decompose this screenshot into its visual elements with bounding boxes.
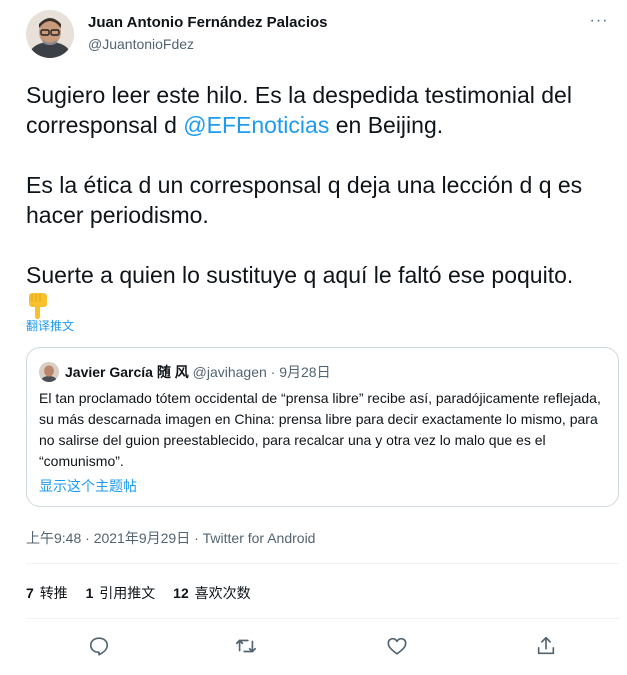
tweet-card: Juan Antonio Fernández Palacios @Juanton… bbox=[0, 0, 627, 675]
tweet-paragraph-2: Es la ética d un corresponsal q deja una… bbox=[26, 172, 583, 228]
likes-count: 12 bbox=[173, 585, 189, 601]
bottom-edge bbox=[0, 666, 627, 675]
author-handle[interactable]: @JuantonioFdez bbox=[88, 36, 194, 52]
retweets-label: 转推 bbox=[39, 585, 68, 601]
more-dots-icon[interactable]: ··· bbox=[585, 12, 613, 32]
tweet-timestamp: 上午9:48 · 2021年9月29日 · Twitter for Androi… bbox=[26, 528, 315, 548]
author-avatar[interactable] bbox=[26, 10, 74, 58]
quote-tweets-stat[interactable]: 1 引用推文 bbox=[86, 583, 156, 603]
divider bbox=[26, 563, 619, 564]
retweets-stat[interactable]: 7 转推 bbox=[26, 583, 68, 603]
like-icon[interactable] bbox=[379, 628, 415, 664]
quoted-avatar bbox=[39, 362, 59, 382]
quoted-tweet[interactable]: Javier García 随 风 @javihagen · 9月28日 El … bbox=[26, 347, 619, 507]
quote-tweets-label: 引用推文 bbox=[99, 585, 156, 601]
author-name[interactable]: Juan Antonio Fernández Palacios bbox=[88, 14, 328, 31]
quote-tweets-count: 1 bbox=[85, 585, 94, 601]
avatar-photo-icon bbox=[26, 10, 74, 58]
tweet-stats: 7 转推 1 引用推文 12 喜欢次数 bbox=[26, 583, 265, 603]
quoted-header: Javier García 随 风 @javihagen · 9月28日 bbox=[65, 362, 331, 382]
divider bbox=[26, 618, 619, 619]
retweets-count: 7 bbox=[26, 585, 34, 601]
retweet-icon[interactable] bbox=[228, 628, 264, 664]
quoted-date: · 9月28日 bbox=[270, 364, 331, 380]
tweet-actions bbox=[26, 628, 619, 664]
quoted-author-name: Javier García 随 风 bbox=[65, 364, 189, 380]
quoted-text: El tan proclamado tótem occidental de “p… bbox=[39, 390, 601, 469]
share-icon[interactable] bbox=[528, 628, 564, 664]
pointing-down-hand-icon bbox=[26, 292, 50, 320]
tweet-paragraph-1: Sugiero leer este hilo. Es la despedida … bbox=[26, 80, 616, 140]
avatar-photo-icon bbox=[39, 362, 59, 382]
tweet-text-part: en Beijing. bbox=[329, 112, 444, 138]
likes-stat[interactable]: 12 喜欢次数 bbox=[173, 583, 250, 603]
quoted-author-handle: @javihagen bbox=[192, 364, 267, 380]
reply-icon[interactable] bbox=[81, 628, 117, 664]
tweet-paragraph-3: Suerte a quien lo sustituye q aquí le fa… bbox=[26, 262, 574, 288]
likes-label: 喜欢次数 bbox=[194, 585, 251, 601]
tweet-source[interactable]: Twitter for Android bbox=[203, 530, 316, 546]
show-thread-link[interactable]: 显示这个主题帖 bbox=[39, 476, 137, 496]
translate-tweet-link[interactable]: 翻译推文 bbox=[26, 317, 74, 334]
mention-link[interactable]: @EFEnoticias bbox=[183, 112, 329, 138]
tweet-text: Sugiero leer este hilo. Es la despedida … bbox=[26, 80, 616, 320]
timestamp-text[interactable]: 上午9:48 · 2021年9月29日 · bbox=[26, 530, 203, 546]
